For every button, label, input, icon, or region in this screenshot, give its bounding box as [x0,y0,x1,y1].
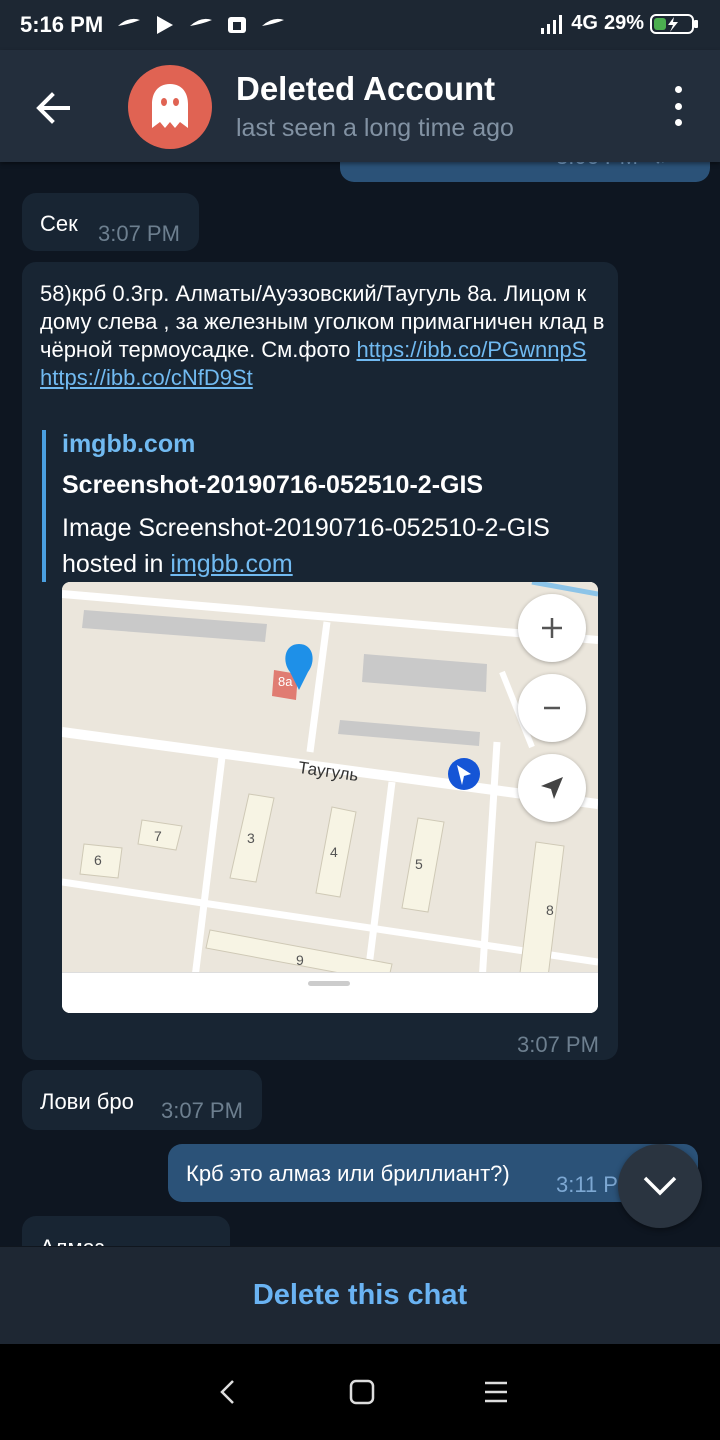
nav-recents-button[interactable] [478,1374,514,1410]
last-seen-status: last seen a long time ago [236,114,514,142]
zoom-in-button[interactable] [518,594,586,662]
chat-title[interactable]: Deleted Account [236,70,495,108]
message-time: 3:07 PM [161,1098,243,1123]
message-bubble-incoming[interactable]: 58)крб 0.3гр. Алматы/Ауэзовский/Таугуль … [22,262,618,1060]
message-bubble-incoming[interactable]: Лови бро 3:07 PM [22,1070,262,1130]
message-bubble-incoming[interactable]: Сек 3:07 PM [22,193,199,251]
house-number: 8 [546,902,554,918]
arrow-left-icon [36,92,70,124]
zoom-out-button[interactable] [518,674,586,742]
message-link[interactable]: https://ibb.co/PGwnnpS [356,337,586,362]
nav-back-button[interactable] [210,1374,246,1410]
status-right: 4G 29% [539,12,700,35]
message-text: Сек [40,211,78,236]
delete-chat-button[interactable]: Delete this chat [253,1279,467,1312]
more-vertical-icon [674,86,682,93]
preview-desc-link[interactable]: imgbb.com [170,550,292,578]
nav-menu-icon [485,1381,507,1403]
preview-site-name: imgbb.com [62,430,196,458]
system-navigation-bar [0,1344,720,1440]
preview-map-image[interactable]: 8а Таугуль 3 4 5 6 7 8 9 [62,582,598,1013]
back-button[interactable] [32,86,76,130]
house-number: 3 [247,830,255,846]
message-text: Алмаз [40,1234,105,1246]
notification-app-icon [118,18,140,26]
avatar[interactable] [128,65,212,149]
status-time: 5:16 PM [20,12,104,37]
pin-label: 8а [278,674,293,689]
message-body: 58)крб 0.3гр. Алматы/Ауэзовский/Таугуль … [40,280,610,392]
house-number: 4 [330,844,338,860]
battery-percent: 29% [603,12,644,34]
ghost-icon [152,84,188,128]
message-list[interactable]: 3:06 PM Сек 3:07 PM 58)крб 0.3гр. Алматы… [0,162,720,1246]
scroll-to-bottom-button[interactable] [618,1144,702,1228]
network-type: 4G [571,12,598,34]
battery-charging-icon [650,13,698,34]
nav-home-button[interactable] [344,1374,380,1410]
map-bottom-sheet [62,972,598,1013]
preview-title: Screenshot-20190716-052510-2-GIS [62,471,484,499]
message-time: 3:06 PM [556,162,638,170]
signal-icon [541,14,563,34]
sheet-handle [308,981,350,986]
notification-icons [116,12,286,38]
dot [674,102,682,110]
message-time: 3:07 PM [98,221,180,246]
plus-icon [542,618,562,638]
notification-app-icon [262,18,284,26]
message-text: Крб это алмаз или бриллиант?) [186,1161,510,1186]
preview-description: Image Screenshot-20190716-052510-2-GIS h… [62,510,598,582]
message-bubble-outgoing[interactable]: 3:06 PM [340,162,710,182]
bottom-action-bar: Delete this chat [0,1246,720,1344]
status-bar: 5:16 PM 4G 29% [0,0,720,50]
nav-home-icon [349,1379,375,1405]
notification-app-icon [190,18,212,26]
navigation-arrow-icon [541,777,563,799]
chat-header: Deleted Account last seen a long time ag… [0,50,720,162]
link-preview[interactable]: imgbb.com Screenshot-20190716-052510-2-G… [42,430,598,582]
read-check-icon [656,162,664,164]
play-store-icon [157,16,173,34]
house-number: 7 [154,828,162,844]
message-link[interactable]: https://ibb.co/cNfD9St [40,365,253,390]
chevron-down-icon [643,1176,677,1196]
message-bubble-incoming[interactable]: Алмаз [22,1216,230,1246]
more-options-button[interactable] [668,86,688,126]
nav-back-icon [220,1380,234,1404]
message-text: Лови бро [40,1089,134,1114]
message-time: 3:07 PM [517,1032,599,1057]
map-drawing [62,582,598,1013]
house-number: 9 [296,952,304,968]
house-number: 6 [94,852,102,868]
dot [674,119,682,126]
house-number: 5 [415,856,423,872]
preview-desc-text: Image Screenshot-20190716-052510-2-GIS h… [62,514,550,578]
notification-app-icon [228,17,246,33]
minus-icon [544,706,560,710]
locate-button[interactable] [518,754,586,822]
